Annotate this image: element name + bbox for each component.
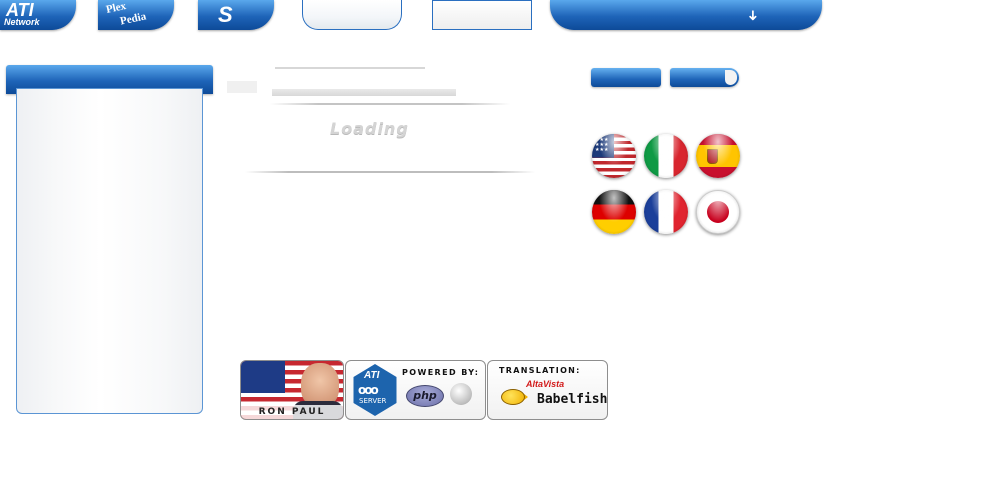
- rings-icon: ooo: [358, 383, 379, 397]
- button-tip: [725, 70, 737, 85]
- babelfish-badge[interactable]: TRANSLATION: AltaVista Babelfish: [487, 360, 608, 420]
- divider-top: [270, 103, 510, 105]
- blue-button-1[interactable]: [591, 68, 661, 87]
- ati-server-logo-text: ATI: [364, 370, 380, 381]
- divider-bottom: [245, 171, 535, 173]
- right-nav-bar: ➜: [550, 0, 822, 30]
- flag-france-icon[interactable]: [644, 190, 688, 234]
- ron-paul-badge[interactable]: RON PAUL: [240, 360, 344, 420]
- sidebar-panel: [16, 88, 203, 414]
- us-union: [241, 361, 285, 393]
- powered-by-badge[interactable]: ATI ooo SERVER POWERED BY: php: [345, 360, 486, 420]
- ati-network-tab[interactable]: ATI Network: [0, 0, 76, 30]
- flag-us-icon[interactable]: ★★★ ★★★ ★★★: [592, 134, 636, 178]
- plex-label: Plex: [104, 0, 128, 16]
- placeholder-bar: [272, 89, 456, 96]
- powered-by-title: POWERED BY:: [402, 368, 480, 377]
- stars-icon: ★★★ ★★★ ★★★: [595, 137, 609, 153]
- flag-italy-icon[interactable]: [644, 134, 688, 178]
- translation-title: TRANSLATION:: [499, 366, 581, 375]
- server-label: SERVER: [359, 397, 387, 405]
- plexpedia-tab[interactable]: Plex Pedia: [98, 0, 174, 30]
- text-input-box[interactable]: [432, 0, 532, 30]
- flag-spain-icon[interactable]: [696, 134, 740, 178]
- apple-icon: [450, 383, 472, 405]
- placeholder-box: [227, 81, 257, 93]
- ati-network-label: Network: [4, 17, 40, 27]
- fish-icon: [501, 389, 525, 405]
- babelfish-label: Babelfish: [537, 392, 608, 407]
- loading-indicator: Loading: [330, 119, 409, 138]
- altavista-label: AltaVista: [526, 379, 565, 389]
- flag-germany-icon[interactable]: [592, 190, 636, 234]
- sun-disc-icon: [707, 201, 729, 223]
- php-logo: php: [406, 385, 444, 407]
- pedia-label: Pedia: [119, 10, 148, 28]
- search-pill-button[interactable]: [302, 0, 402, 30]
- down-arrow-icon[interactable]: ➜: [744, 10, 761, 22]
- crest-icon: [707, 149, 718, 164]
- flag-japan-icon[interactable]: [696, 190, 740, 234]
- s-logo-tab[interactable]: S: [198, 0, 274, 30]
- placeholder-line: [275, 67, 425, 69]
- ron-paul-label: RON PAUL: [258, 407, 326, 417]
- s-logo-icon: S: [218, 2, 233, 27]
